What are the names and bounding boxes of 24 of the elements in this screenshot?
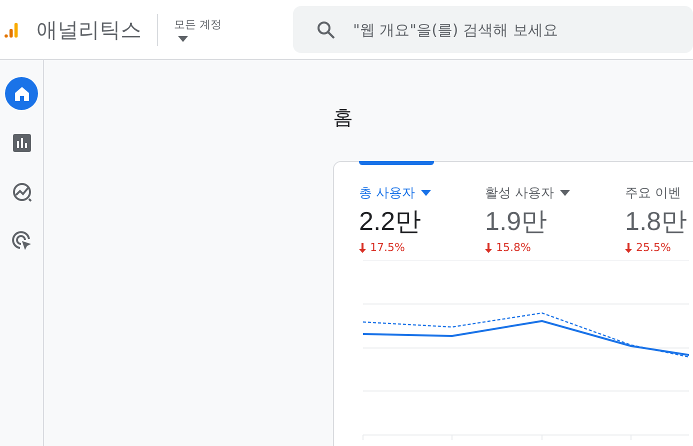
metric-change: 17.5% (370, 241, 405, 254)
metric-change: 25.5% (636, 241, 671, 254)
search-field[interactable]: "웹 개요"을(를) 검색해 보세요 (351, 20, 685, 40)
down-arrow-icon (359, 242, 366, 252)
metric-change: 15.8% (496, 241, 531, 254)
home-icon (12, 84, 30, 102)
metric-tab[interactable]: 총 사용자 (359, 184, 432, 202)
metric-tab[interactable]: 주요 이벤 (625, 184, 682, 202)
down-arrow-icon (485, 242, 492, 252)
caret-icon[interactable] (178, 36, 188, 42)
metric-value: 2.2만 (359, 205, 422, 238)
nav-item[interactable] (5, 77, 38, 110)
search-icon (317, 20, 335, 38)
bar-chart-icon (12, 134, 30, 152)
metric-value: 1.9만 (485, 205, 548, 238)
trend-icon (12, 182, 32, 202)
product-title: 애널리틱스 (36, 16, 142, 44)
down-arrow-icon (625, 242, 632, 252)
metric-value: 1.8만 (625, 205, 688, 238)
page-title: 홈 (333, 104, 354, 131)
account-label: 모든 계정 (174, 17, 222, 32)
target-cursor-icon (12, 230, 32, 250)
metric-tab[interactable]: 활성 사용자 (485, 184, 570, 202)
search-bar[interactable]: "웹 개요"을(를) 검색해 보세요 (293, 6, 693, 53)
